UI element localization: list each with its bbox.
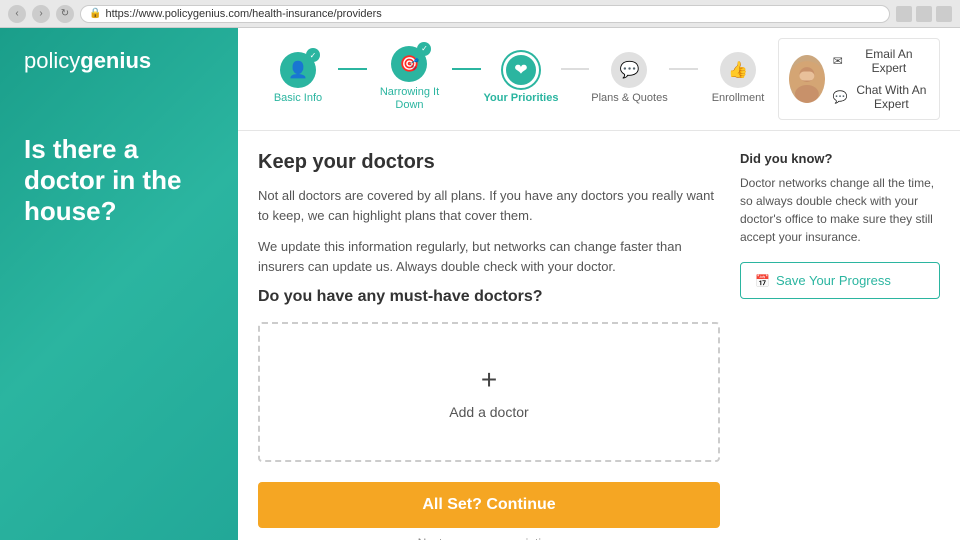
step-icon-priorities: ❤ [514, 60, 527, 80]
step-icon-narrowing: 🎯 [400, 54, 420, 74]
logo-prefix: policy [24, 48, 80, 73]
info-box-desc: Doctor networks change all the time, so … [740, 174, 940, 246]
step-narrowing[interactable]: 🎯 ✓ Narrowing It Down [367, 46, 453, 112]
steps-nav: 👤 ✓ Basic Info 🎯 ✓ Narrowing It Down [258, 46, 778, 112]
step-label-narrowing: Narrowing It Down [367, 86, 453, 112]
chat-icon: 💬 [833, 90, 848, 104]
step-badge-basic-info: ✓ [306, 48, 320, 62]
save-icon: 📅 [755, 274, 770, 288]
chat-expert-button[interactable]: 💬 Chat With An Expert [833, 81, 929, 113]
browser-chrome: ‹ › ↻ 🔒 https://www.policygenius.com/hea… [0, 0, 960, 28]
step-icon-plans: 💬 [620, 60, 640, 80]
url-bar[interactable]: 🔒 https://www.policygenius.com/health-in… [80, 5, 890, 23]
email-expert-label: Email An Expert [849, 47, 929, 75]
next-up-text: Next up, your prescriptions [258, 536, 720, 540]
steps-header: 👤 ✓ Basic Info 🎯 ✓ Narrowing It Down [238, 28, 960, 131]
step-priorities[interactable]: ❤ Your Priorities [481, 52, 561, 105]
lock-icon: 🔒 [89, 8, 101, 19]
main-area: 👤 ✓ Basic Info 🎯 ✓ Narrowing It Down [238, 28, 960, 540]
refresh-button[interactable]: ↻ [56, 5, 74, 23]
sidebar-content: policygenius Is there a doctor in the ho… [24, 48, 214, 228]
section-desc-1: Not all doctors are covered by all plans… [258, 186, 720, 225]
bookmark-icon[interactable] [896, 6, 912, 22]
save-progress-label: Save Your Progress [776, 273, 891, 288]
expert-actions: ✉ Email An Expert 💬 Chat With An Expert [833, 45, 929, 113]
add-doctor-box[interactable]: + Add a doctor [258, 322, 720, 462]
save-progress-button[interactable]: 📅 Save Your Progress [740, 262, 940, 299]
step-circle-basic-info: 👤 ✓ [280, 52, 316, 88]
main-content: Keep your doctors Not all doctors are co… [258, 151, 720, 520]
expert-avatar [789, 55, 825, 103]
forward-button[interactable]: › [32, 5, 50, 23]
step-circle-enrollment: 👍 [720, 52, 756, 88]
info-sidebar: Did you know? Doctor networks change all… [740, 151, 940, 520]
connector-1 [338, 68, 367, 70]
connector-2 [452, 68, 481, 70]
chat-expert-label: Chat With An Expert [854, 83, 929, 111]
menu-icon[interactable] [936, 6, 952, 22]
add-doctor-label: Add a doctor [449, 404, 528, 420]
browser-action-icons [896, 6, 952, 22]
step-badge-narrowing: ✓ [417, 42, 431, 56]
step-label-plans: Plans & Quotes [591, 92, 667, 105]
logo-suffix: genius [80, 48, 151, 73]
step-label-basic-info: Basic Info [274, 92, 322, 105]
connector-4 [669, 68, 698, 70]
info-box-title: Did you know? [740, 151, 940, 166]
section-title: Keep your doctors [258, 151, 720, 174]
step-basic-info[interactable]: 👤 ✓ Basic Info [258, 52, 338, 105]
back-button[interactable]: ‹ [8, 5, 26, 23]
step-circle-plans: 💬 [611, 52, 647, 88]
expert-panel: ✉ Email An Expert 💬 Chat With An Expert [778, 38, 940, 120]
question-title: Do you have any must-have doctors? [258, 288, 720, 306]
step-icon-enrollment: 👍 [728, 60, 748, 80]
add-plus-icon: + [481, 364, 497, 396]
email-expert-button[interactable]: ✉ Email An Expert [833, 45, 929, 77]
step-circle-narrowing: 🎯 ✓ [391, 46, 427, 82]
step-circle-priorities: ❤ [503, 52, 539, 88]
step-icon-basic-info: 👤 [288, 60, 308, 80]
app-container: policygenius Is there a doctor in the ho… [0, 28, 960, 540]
continue-button[interactable]: All Set? Continue [258, 482, 720, 528]
step-label-priorities: Your Priorities [483, 92, 558, 105]
connector-3 [561, 68, 590, 70]
section-desc-2: We update this information regularly, bu… [258, 237, 720, 276]
extension-icon[interactable] [916, 6, 932, 22]
sidebar: policygenius Is there a doctor in the ho… [0, 28, 238, 540]
sidebar-heading: Is there a doctor in the house? [24, 134, 214, 228]
content-body: Keep your doctors Not all doctors are co… [238, 131, 960, 540]
logo: policygenius [24, 48, 214, 74]
step-enrollment[interactable]: 👍 Enrollment [698, 52, 778, 105]
expert-photo [789, 55, 825, 103]
step-label-enrollment: Enrollment [712, 92, 765, 105]
url-text: https://www.policygenius.com/health-insu… [105, 8, 381, 20]
step-plans-quotes[interactable]: 💬 Plans & Quotes [589, 52, 669, 105]
email-icon: ✉ [833, 54, 843, 68]
